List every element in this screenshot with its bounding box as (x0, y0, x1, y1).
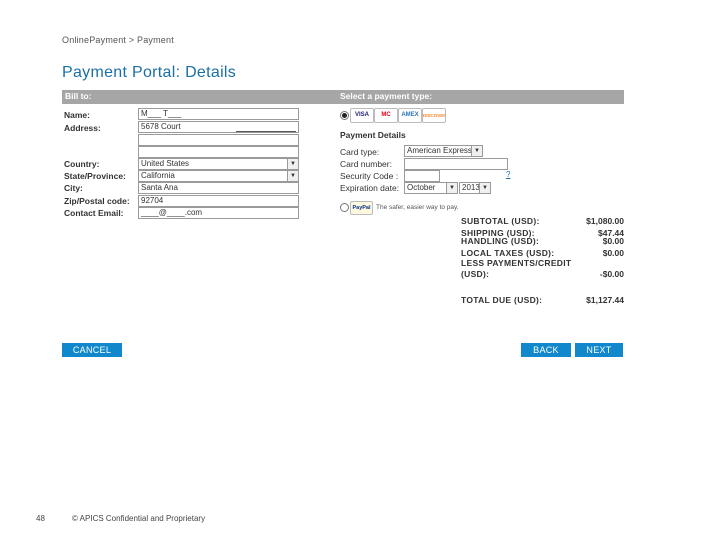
card-number-label: Card number: (340, 159, 392, 169)
state-select[interactable]: California ▼ (138, 170, 299, 182)
address-line2-field[interactable] (138, 134, 299, 146)
visa-icon: VISA (350, 108, 374, 123)
paypal-icon: PayPal (350, 201, 373, 215)
chevron-down-icon[interactable]: ▼ (287, 159, 298, 169)
breadcrumb[interactable]: OnlinePayment > Payment (62, 35, 174, 45)
exp-month-value: October (407, 183, 436, 192)
state-label: State/Province: (64, 171, 126, 181)
total-label: LOCAL TAXES (USD): (461, 248, 555, 258)
select-payment-heading: Select a payment type: (340, 91, 433, 101)
bill-to-heading: Bill to: (65, 91, 92, 101)
email-field[interactable]: ____@____.com (138, 207, 299, 219)
exp-month-select[interactable]: October ▼ (404, 182, 458, 194)
address-label: Address: (64, 123, 101, 133)
next-button[interactable]: NEXT (575, 343, 623, 357)
paypal-radio[interactable] (340, 203, 349, 212)
total-label: SUBTOTAL (USD): (461, 216, 540, 226)
city-field[interactable]: Santa Ana (138, 182, 299, 194)
state-value: California (141, 171, 175, 180)
exp-year-select[interactable]: 2013 ▼ (459, 182, 491, 194)
back-button[interactable]: BACK (521, 343, 571, 357)
name-field[interactable]: M___ T___ (138, 108, 299, 120)
card-type-label: Card type: (340, 147, 380, 157)
security-code-label: Security Code : (340, 171, 399, 181)
email-label: Contact Email: (64, 208, 124, 218)
country-select[interactable]: United States ▼ (138, 158, 299, 170)
chevron-down-icon[interactable]: ▼ (471, 146, 482, 156)
total-label: (USD): (461, 269, 490, 279)
section-header-bar: Bill to: Select a payment type: (62, 90, 624, 104)
address-underline (236, 131, 296, 132)
zip-label: Zip/Postal code: (64, 196, 130, 206)
mastercard-icon: MC (374, 108, 398, 123)
total-value: $0.00 (602, 236, 624, 246)
page-number: 48 (36, 514, 45, 523)
cancel-button[interactable]: CANCEL (62, 343, 122, 357)
total-label: LESS PAYMENTS/CREDIT (461, 258, 572, 268)
chevron-down-icon[interactable]: ▼ (287, 171, 298, 181)
total-value: $0.00 (602, 248, 624, 258)
city-label: City: (64, 183, 83, 193)
zip-field[interactable]: 92704 (138, 195, 299, 207)
amex-icon: AMEX (398, 108, 422, 123)
paypal-tagline: The safer, easier way to pay. (376, 204, 459, 211)
total-label: HANDLING (USD): (461, 236, 540, 246)
total-due-label: TOTAL DUE (USD): (461, 295, 543, 305)
chevron-down-icon[interactable]: ▼ (479, 183, 490, 193)
chevron-down-icon[interactable]: ▼ (446, 183, 457, 193)
expiration-label: Expiration date: (340, 183, 400, 193)
security-code-field[interactable] (404, 170, 440, 182)
total-value: -$0.00 (599, 269, 624, 279)
discover-icon: DISCOVER (422, 108, 446, 123)
payment-details-title: Payment Details (340, 130, 406, 140)
address-line3-field[interactable] (138, 146, 299, 158)
exp-year-value: 2013 (462, 183, 480, 192)
total-due-value: $1,127.44 (586, 295, 624, 305)
card-type-select[interactable]: American Express ▼ (404, 145, 483, 157)
card-payment-radio[interactable] (340, 111, 349, 120)
security-code-help-link[interactable]: ? (506, 170, 510, 179)
country-label: Country: (64, 159, 100, 169)
page-title: Payment Portal: Details (62, 64, 237, 81)
country-value: United States (141, 159, 190, 168)
total-value: $1,080.00 (586, 216, 624, 226)
copyright-text: © APICS Confidential and Proprietary (72, 514, 206, 523)
card-number-field[interactable] (404, 158, 508, 170)
name-label: Name: (64, 110, 90, 120)
card-type-value: American Express (407, 146, 472, 155)
